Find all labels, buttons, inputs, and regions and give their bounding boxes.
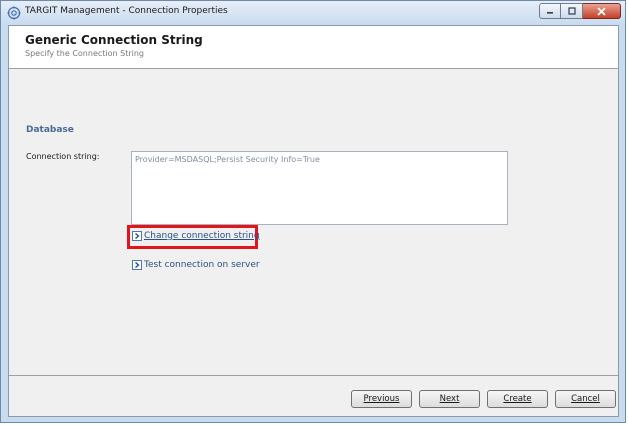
test-connection-label: Test connection on server [144,260,260,270]
gear-icon [7,6,21,20]
wizard-header: Generic Connection String Specify the Co… [9,26,618,69]
close-icon [597,6,606,16]
test-connection-link[interactable]: Test connection on server [132,260,260,270]
close-button[interactable] [583,3,621,19]
minimize-icon [547,12,553,14]
page-title: Generic Connection String [25,33,203,47]
previous-button[interactable]: Previous [351,390,412,408]
create-button[interactable]: Create [487,390,548,408]
next-button[interactable]: Next [419,390,480,408]
minimize-button[interactable] [539,3,561,19]
dialog-window: TARGIT Management - Connection Propertie… [0,0,626,423]
cancel-button[interactable]: Cancel [555,390,616,408]
maximize-icon [567,7,576,15]
page-subtitle: Specify the Connection String [25,49,145,58]
footer-divider [9,375,618,376]
window-title: TARGIT Management - Connection Propertie… [25,6,228,16]
title-bar[interactable]: TARGIT Management - Connection Propertie… [1,1,625,25]
change-connection-string-link[interactable]: Change connection string [132,231,260,241]
window-controls [539,3,621,19]
maximize-button[interactable] [561,3,583,19]
section-heading: Database [26,125,74,135]
change-connection-string-label: Change connection string [144,231,260,241]
dialog-content: Generic Connection String Specify the Co… [8,25,619,417]
connection-string-label: Connection string: [26,152,100,161]
chevron-right-icon [132,231,142,241]
chevron-right-icon [132,260,142,270]
connection-string-field[interactable]: Provider=MSDASQL;Persist Security Info=T… [131,151,508,225]
